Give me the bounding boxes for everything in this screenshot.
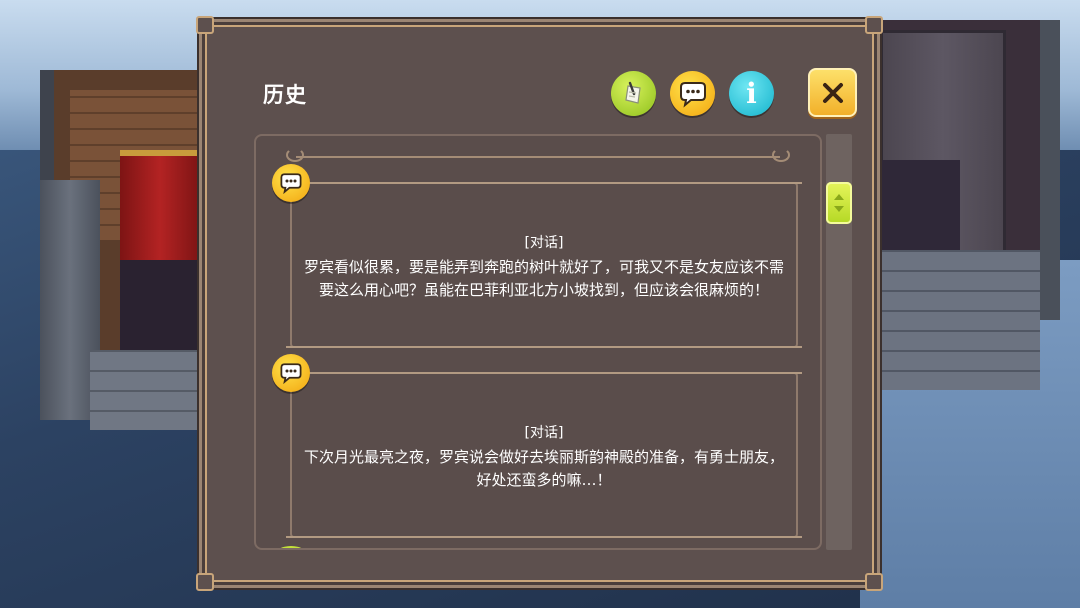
entry-text: 罗宾看似很累，要是能弄到奔跑的树叶就好了，可我又不是女友应该不需要这么用心吧？虽… [303, 258, 784, 299]
entry-type-label: [对话] [524, 235, 564, 251]
history-entry: [对话] 下次月光最亮之夜，罗宾说会做好去埃丽斯韵神殿的准备，有勇士朋友，好处还… [272, 354, 802, 538]
stone-wall-right [880, 250, 1040, 390]
red-curtain [120, 150, 200, 276]
chat-filter-button[interactable] [670, 71, 715, 116]
divider-curl [286, 148, 304, 162]
close-button[interactable] [808, 68, 857, 117]
history-entry: [对话] 罗宾看似很累，要是能弄到奔跑的树叶就好了，可我又不是女友应该不需要这么… [272, 164, 802, 348]
chevron-up-icon [834, 194, 844, 200]
panel-corner-ornament [196, 573, 214, 591]
info-icon: i [746, 76, 757, 110]
quest-scroll-icon [624, 81, 641, 104]
history-panel: 历史 i [对话] 罗宾看似很累，要是能弄到奔跑的树叶就好了，可我又不是女友应该… [196, 16, 883, 591]
chat-bubble-icon [679, 81, 706, 108]
panel-corner-ornament [865, 16, 883, 34]
next-entry-icon-partial [274, 546, 308, 548]
scrollbar[interactable] [826, 134, 852, 550]
scroll-thumb[interactable] [826, 182, 852, 224]
info-filter-button[interactable]: i [729, 71, 774, 116]
page-title: 历史 [263, 83, 307, 107]
quest-filter-button[interactable] [611, 71, 656, 116]
interior-floor-right [880, 160, 960, 260]
divider-ornament [296, 156, 780, 158]
entry-text: 下次月光最亮之夜，罗宾说会做好去埃丽斯韵神殿的准备，有勇士朋友，好处还蛮多的嘛…… [303, 448, 784, 489]
divider-curl [772, 148, 790, 162]
chevron-down-icon [834, 206, 844, 212]
chat-bubble-icon [272, 164, 310, 202]
chat-bubble-icon [272, 354, 310, 392]
entry-type-label: [对话] [524, 425, 564, 441]
close-icon [822, 82, 843, 103]
history-list[interactable]: [对话] 罗宾看似很累，要是能弄到奔跑的树叶就好了，可我又不是女友应该不需要这么… [254, 134, 822, 550]
